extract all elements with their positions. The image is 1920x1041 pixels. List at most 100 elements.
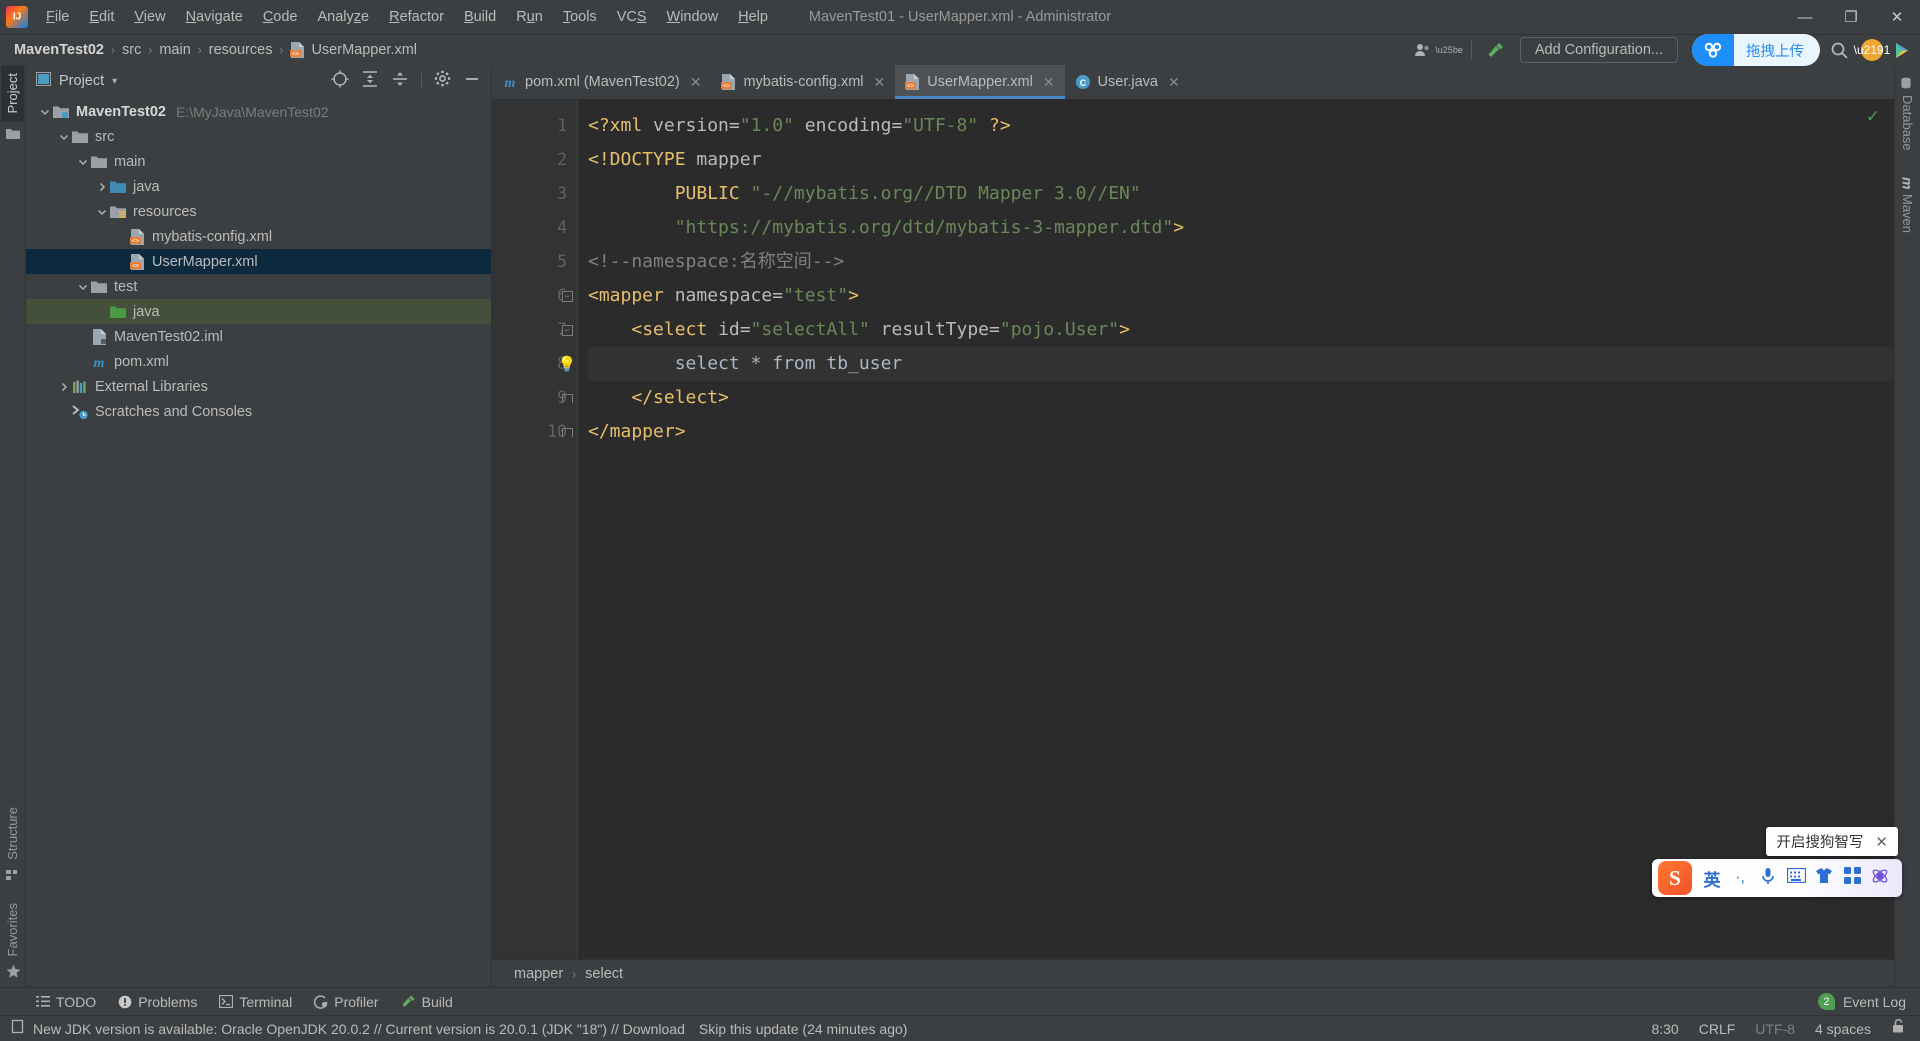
line-separator[interactable]: CRLF [1699, 1021, 1736, 1037]
chevron-down-icon[interactable] [76, 280, 90, 294]
menu-item-tools[interactable]: Tools [553, 4, 607, 30]
close-tab-icon[interactable]: ✕ [1168, 74, 1180, 91]
scroll-from-source-icon[interactable] [331, 70, 349, 93]
skin-icon[interactable] [1810, 867, 1838, 889]
close-tab-icon[interactable]: ✕ [874, 74, 886, 91]
bottom-tool-todo[interactable]: TODO [36, 994, 96, 1010]
code-line[interactable]: PUBLIC "-//mybatis.org//DTD Mapper 3.0//… [588, 177, 1894, 211]
apps-icon[interactable] [1838, 867, 1866, 889]
breadcrumb-item-resources[interactable]: resources [209, 42, 273, 58]
minimize-button[interactable]: — [1782, 0, 1828, 34]
fold-expanded-icon[interactable]: − [557, 313, 577, 347]
tree-node-java[interactable]: java [26, 174, 491, 199]
mic-icon[interactable] [1754, 867, 1782, 890]
code-line[interactable]: select * from tb_user [588, 347, 1894, 381]
chevron-right-icon[interactable] [95, 180, 109, 194]
tree-node-pom-xml[interactable]: m pom.xml [26, 349, 491, 374]
bottom-tool-terminal[interactable]: Terminal [219, 994, 292, 1010]
menu-item-file[interactable]: File [36, 4, 79, 30]
fold-expanded-icon[interactable]: − [557, 279, 577, 313]
indent-setting[interactable]: 4 spaces [1815, 1021, 1871, 1037]
tree-node-java[interactable]: java [26, 299, 491, 324]
menu-item-analyze[interactable]: Analyze [308, 4, 380, 30]
bottom-tool-profiler[interactable]: Profiler [314, 994, 379, 1010]
menu-item-build[interactable]: Build [454, 4, 506, 30]
sidebar-item-favorites[interactable]: Favorites [1, 895, 24, 964]
lock-icon[interactable] [1891, 1018, 1906, 1039]
project-tree[interactable]: MavenTest02 E:\MyJava\MavenTest02 src main j… [26, 97, 491, 987]
breadcrumb-item-maventest02[interactable]: MavenTest02 [14, 42, 104, 58]
menu-item-code[interactable]: Code [253, 4, 308, 30]
code-line[interactable]: <!--namespace:名称空间--> [588, 245, 1894, 279]
breadcrumb-item-main[interactable]: main [159, 42, 190, 58]
sidebar-item-structure[interactable]: Structure [1, 799, 24, 868]
chevron-down-icon[interactable] [57, 130, 71, 144]
menu-item-refactor[interactable]: Refactor [379, 4, 454, 30]
code-line[interactable]: <!DOCTYPE mapper [588, 143, 1894, 177]
bottom-tool-problems[interactable]: Problems [118, 994, 197, 1010]
close-tab-icon[interactable]: ✕ [1043, 74, 1055, 91]
tree-node-usermapper-xml[interactable]: <> UserMapper.xml [26, 249, 491, 274]
menu-item-navigate[interactable]: Navigate [176, 4, 253, 30]
tree-node-maventest02-iml[interactable]: MavenTest02.iml [26, 324, 491, 349]
close-button[interactable]: ✕ [1874, 0, 1920, 34]
skip-update-link[interactable]: Skip this update (24 minutes ago) [699, 1021, 908, 1037]
menu-item-vcs[interactable]: VCS [607, 4, 657, 30]
chevron-down-icon[interactable] [76, 155, 90, 169]
inspection-status-icon[interactable]: ✓ [1866, 107, 1880, 127]
bottom-tool-build[interactable]: Build [401, 994, 453, 1010]
user-account-icon[interactable]: \u25be [1414, 42, 1463, 58]
editor-tab-usermapper-xml[interactable]: <> UserMapper.xml ✕ [895, 65, 1065, 99]
sidebar-item-database[interactable]: Database [1896, 69, 1919, 159]
chevron-right-icon[interactable] [57, 380, 71, 394]
menu-item-window[interactable]: Window [657, 4, 729, 30]
sogou-logo-icon[interactable]: S [1658, 861, 1692, 895]
code-line[interactable]: <select id="selectAll" resultType="pojo.… [588, 313, 1894, 347]
update-arrow-icon[interactable]: \u2191 [1854, 39, 1890, 61]
sogou-tooltip-close-icon[interactable]: ✕ [1875, 833, 1888, 851]
event-log-button[interactable]: Event Log [1843, 994, 1906, 1010]
editor-tab-user-java[interactable]: C User.java ✕ [1065, 65, 1190, 99]
breadcrumb-item-src[interactable]: src [122, 42, 141, 58]
smart-write-icon[interactable] [1866, 867, 1894, 890]
fold-end-icon[interactable] [557, 415, 577, 449]
search-everywhere-icon[interactable] [1824, 41, 1855, 60]
keyboard-icon[interactable] [1782, 867, 1810, 888]
editor-tab-pom-xml-maventest02-[interactable]: m pom.xml (MavenTest02) ✕ [492, 65, 711, 99]
editor-gutter[interactable]: 12345678910−−💡 [492, 99, 577, 959]
status-message[interactable]: New JDK version is available: Oracle Ope… [33, 1021, 685, 1037]
build-hammer-icon[interactable] [1480, 40, 1512, 60]
code-content[interactable]: <?xml version="1.0" encoding="UTF-8" ?> <… [577, 99, 1894, 959]
expand-all-icon[interactable] [361, 70, 379, 93]
sidebar-item-maven[interactable]: m Maven [1896, 169, 1920, 241]
play-store-icon[interactable] [1889, 41, 1916, 60]
file-encoding[interactable]: UTF-8 [1755, 1021, 1795, 1037]
fold-column[interactable]: − − 💡 [557, 109, 577, 449]
project-chevron-down-icon[interactable]: ▾ [112, 76, 117, 87]
code-line[interactable]: "https://mybatis.org/dtd/mybatis-3-mappe… [588, 211, 1894, 245]
editor-breadcrumb-mapper[interactable]: mapper [514, 966, 563, 982]
caret-position[interactable]: 8:30 [1651, 1021, 1678, 1037]
breadcrumb-item-usermapper-xml[interactable]: <> UserMapper.xml [290, 42, 417, 58]
hide-panel-icon[interactable] [463, 70, 481, 93]
tree-node-mybatis-config-xml[interactable]: <> mybatis-config.xml [26, 224, 491, 249]
chevron-down-icon[interactable] [38, 105, 52, 119]
code-line[interactable]: <mapper namespace="test"> [588, 279, 1894, 313]
code-line[interactable]: </select> [588, 381, 1894, 415]
menu-item-run[interactable]: Run [506, 4, 553, 30]
close-tab-icon[interactable]: ✕ [690, 74, 702, 91]
menu-item-edit[interactable]: Edit [79, 4, 124, 30]
tree-node-resources[interactable]: resources [26, 199, 491, 224]
intention-bulb-icon[interactable]: 💡 [557, 347, 577, 381]
tree-node-scratches-and-consoles[interactable]: Scratches and Consoles [26, 399, 491, 424]
add-configuration-button[interactable]: Add Configuration... [1519, 37, 1678, 63]
notification-icon[interactable] [10, 1019, 25, 1039]
sogou-punctuation-toggle[interactable]: ·, [1726, 869, 1754, 887]
collapse-all-icon[interactable] [391, 70, 409, 93]
tree-node-maventest02[interactable]: MavenTest02 E:\MyJava\MavenTest02 [26, 99, 491, 124]
editor-tab-mybatis-config-xml[interactable]: <> mybatis-config.xml ✕ [711, 65, 895, 99]
tree-node-src[interactable]: src [26, 124, 491, 149]
menu-item-help[interactable]: Help [728, 4, 778, 30]
sidebar-item-project[interactable]: Project [1, 65, 24, 122]
menu-item-view[interactable]: View [124, 4, 175, 30]
